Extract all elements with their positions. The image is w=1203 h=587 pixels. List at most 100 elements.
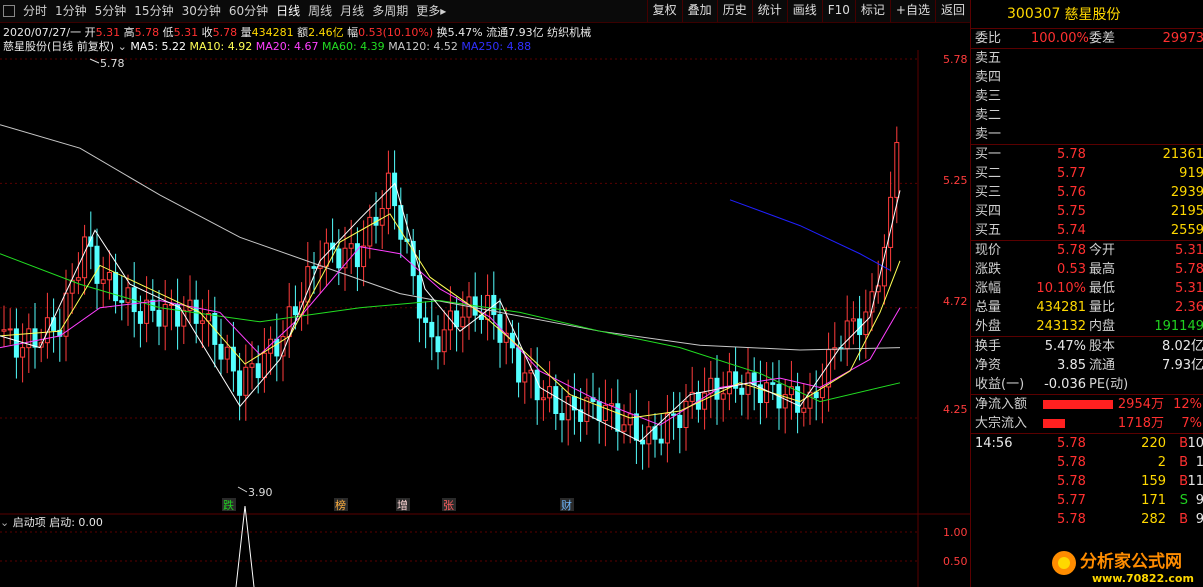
buy-row[interactable]: 买二 5.77 919 <box>971 164 1203 183</box>
stock-name: 慈星股份 <box>1064 7 1121 23</box>
buy-row[interactable]: 买一 5.78 21361 <box>971 145 1203 164</box>
candle <box>447 310 453 331</box>
candle <box>199 320 205 324</box>
quote-value: 5.78 <box>1057 243 1086 258</box>
history-button[interactable]: 历史 <box>716 0 752 22</box>
back-button[interactable]: 返回 <box>934 0 970 22</box>
quote-label-2: 最高 <box>1089 262 1116 277</box>
candle <box>646 426 652 445</box>
tab-1min[interactable]: 1分钟 <box>51 0 91 22</box>
fund-value: -0.036 <box>1044 377 1086 392</box>
candle <box>1 329 7 332</box>
tab-15min[interactable]: 15分钟 <box>130 0 177 22</box>
buy-volume: 2559 <box>1170 223 1203 238</box>
tab-multi-period[interactable]: 多周期 <box>368 0 412 22</box>
tick-volume: 220 <box>1141 436 1166 451</box>
tick-side: B <box>1179 455 1188 470</box>
tick-side: S <box>1179 493 1188 508</box>
tick-price: 5.78 <box>1057 512 1086 527</box>
kline-chart[interactable]: 5.78 5.25 4.72 4.25 5.78 3.90 跌 榜 增 张 财 … <box>0 50 970 587</box>
tab-fenshi[interactable]: 分时 <box>19 0 51 22</box>
flow-row: 净流入额 2954万 12% <box>971 395 1203 414</box>
f10-button[interactable]: F10 <box>821 0 855 22</box>
quote-panel: 300307 慈星股份 委比 100.00% 委差 29973 卖五 卖四 卖三… <box>970 0 1203 587</box>
candle <box>522 372 528 383</box>
event-tag[interactable]: 张 <box>443 499 454 512</box>
candle <box>751 372 757 386</box>
buy-row[interactable]: 买三 5.76 2939 <box>971 183 1203 202</box>
candle <box>274 338 280 357</box>
buy-row[interactable]: 买五 5.74 2559 <box>971 221 1203 240</box>
quote-label-2: 最低 <box>1089 281 1116 296</box>
candle <box>106 271 112 281</box>
candle <box>801 407 807 413</box>
weibi-value: 100.00% <box>1031 31 1089 46</box>
quote-value: 10.10% <box>1036 281 1086 296</box>
tick-row: 5.78 2 B 1 <box>971 453 1203 472</box>
tick-side: B <box>1179 512 1188 527</box>
tab-monthly[interactable]: 月线 <box>336 0 368 22</box>
sell-row[interactable]: 卖一 <box>971 125 1203 144</box>
tick-time: 14:56 <box>975 436 1013 451</box>
sell-row[interactable]: 卖四 <box>971 68 1203 87</box>
fund-row: 换手 5.47% 股本 8.02亿 <box>971 337 1203 356</box>
candle <box>119 300 125 303</box>
sell-row[interactable]: 卖二 <box>971 106 1203 125</box>
candle <box>764 382 770 404</box>
watermark-title: 分析家公式网 <box>1080 551 1182 572</box>
candle <box>596 400 602 421</box>
event-tag[interactable]: 榜 <box>335 498 346 512</box>
sub-tick: 0.50 <box>943 555 968 568</box>
event-tag[interactable]: 财 <box>561 498 572 512</box>
sell-row[interactable]: 卖五 <box>971 49 1203 68</box>
tab-daily[interactable]: 日线 <box>272 0 304 22</box>
add-watchlist-button[interactable]: +自选 <box>889 0 935 22</box>
tab-weekly[interactable]: 周线 <box>304 0 336 22</box>
draw-line-button[interactable]: 画线 <box>786 0 822 22</box>
tick-count: 11 <box>1187 474 1203 489</box>
candle <box>125 287 131 303</box>
event-tag[interactable]: 增 <box>397 498 408 512</box>
candle <box>460 316 466 328</box>
quote-label: 涨跌 <box>975 262 1002 277</box>
candle <box>559 412 565 421</box>
tab-5min[interactable]: 5分钟 <box>91 0 131 22</box>
candle <box>658 438 664 444</box>
quote-value-2: 5.31 <box>1175 281 1203 296</box>
candle <box>336 248 342 269</box>
quote-label-2: 内盘 <box>1089 319 1116 334</box>
weicha-label: 委差 <box>1089 31 1116 46</box>
mark-button[interactable]: 标记 <box>854 0 890 22</box>
panel-header: 300307 慈星股份 <box>971 0 1203 29</box>
buy-label: 买一 <box>975 147 1002 162</box>
tab-more[interactable]: 更多▸ <box>412 0 450 22</box>
buy-label: 买二 <box>975 166 1002 181</box>
tick-row: 5.77 171 S 9 <box>971 491 1203 510</box>
quote-label-2: 量比 <box>1089 300 1116 315</box>
weicha-value: 29973 <box>1162 31 1203 46</box>
buy-row[interactable]: 买四 5.75 2195 <box>971 202 1203 221</box>
tick-count: 9 <box>1195 493 1203 508</box>
tab-60min[interactable]: 60分钟 <box>225 0 272 22</box>
stats-button[interactable]: 统计 <box>751 0 787 22</box>
stock-code: 300307 <box>1007 6 1061 22</box>
event-tag[interactable]: 跌 <box>223 498 234 512</box>
weibi-label: 委比 <box>975 31 1002 46</box>
price-tick: 4.72 <box>943 295 968 308</box>
fund-row: 净资 3.85 流通 7.93亿 <box>971 356 1203 375</box>
overlay-button[interactable]: 叠加 <box>681 0 717 22</box>
fuquan-button[interactable]: 复权 <box>646 0 682 22</box>
quote-value-2: 2.36 <box>1175 300 1203 315</box>
weibi-row: 委比 100.00% 委差 29973 <box>971 29 1203 48</box>
tick-row: 14:56 5.78 220 B 10 <box>971 434 1203 453</box>
candle <box>249 363 255 368</box>
buy-price: 5.75 <box>1057 204 1086 219</box>
tab-30min[interactable]: 30分钟 <box>178 0 225 22</box>
menu-icon[interactable] <box>3 5 15 17</box>
sell-row[interactable]: 卖三 <box>971 87 1203 106</box>
candle <box>156 309 162 327</box>
buy-volume: 919 <box>1179 166 1203 181</box>
candle <box>621 424 627 432</box>
chevron-down-icon[interactable]: ⌄ <box>0 516 9 529</box>
flow-bar <box>1043 400 1113 409</box>
